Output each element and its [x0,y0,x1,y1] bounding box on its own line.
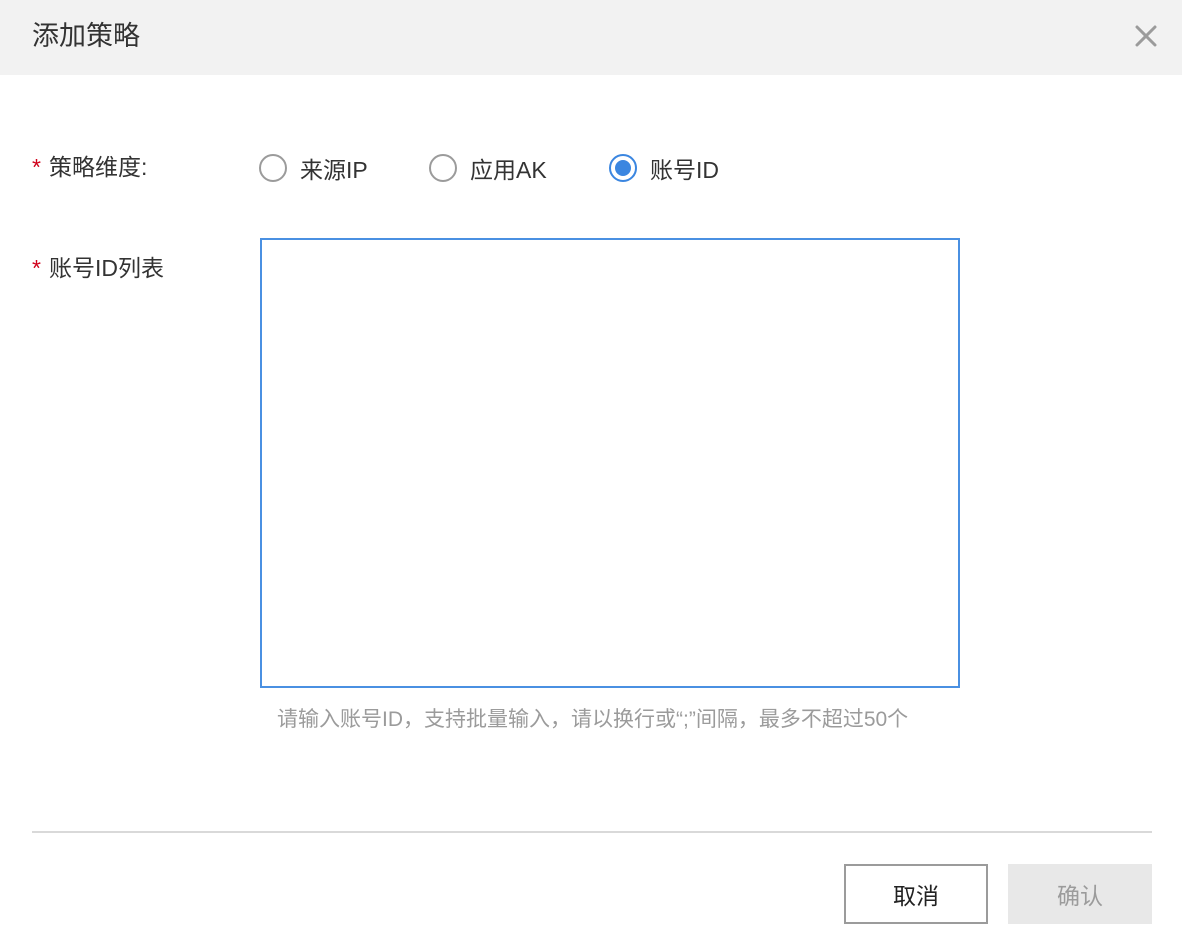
radio-account-id[interactable]: 账号ID [609,150,719,186]
footer-divider [32,831,1152,833]
radio-label-account-id: 账号ID [650,157,719,183]
radio-circle-source-ip[interactable] [259,154,287,182]
radio-source-ip[interactable]: 来源IP [259,150,368,186]
close-icon[interactable] [1130,20,1162,52]
radio-app-ak[interactable]: 应用AK [429,150,547,186]
close-icon-glyph [1135,25,1157,47]
account-id-hint: 请输入账号ID，支持批量输入，请以换行或“;”间隔，最多不超过50个 [277,708,909,731]
radio-circle-account-id[interactable] [609,154,637,182]
policy-dimension-label: * 策略维度: [32,152,147,182]
required-mark: * [32,154,41,180]
dialog-title: 添加策略 [32,21,140,51]
radio-circle-app-ak[interactable] [429,154,457,182]
account-id-list-label: * 账号ID列表 [32,253,164,283]
confirm-button[interactable]: 确认 [1008,864,1152,924]
account-id-textarea[interactable] [260,238,960,688]
required-mark: * [32,255,41,281]
dialog-header: 添加策略 [0,0,1182,75]
add-policy-dialog: 添加策略 * 策略维度: 来源IP 应用AK 账号ID * 账号ID列表 请输入账号… [0,0,1182,946]
account-id-list-label-text: 账号ID列表 [48,255,164,281]
policy-dimension-label-text: 策略维度: [48,154,148,180]
cancel-button[interactable]: 取消 [844,864,988,924]
radio-label-source-ip: 来源IP [300,157,368,183]
radio-label-app-ak: 应用AK [470,157,547,183]
